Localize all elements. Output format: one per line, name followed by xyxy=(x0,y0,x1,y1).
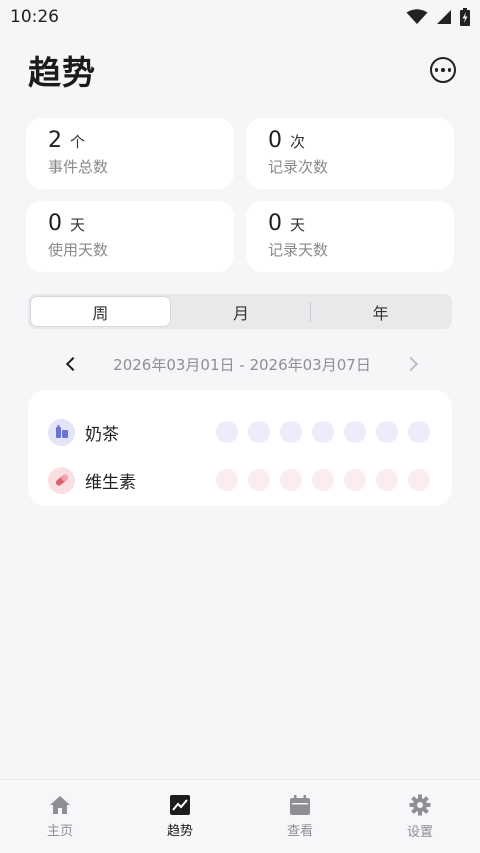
status-icons xyxy=(406,8,470,26)
stat-unit: 个 xyxy=(70,133,86,151)
day-dot[interactable] xyxy=(344,469,366,491)
stat-card-record-days: 0 天 记录天数 xyxy=(246,201,454,272)
stat-card-record-count: 0 次 记录次数 xyxy=(246,118,454,189)
tab-label: 主页 xyxy=(46,823,73,839)
signal-icon xyxy=(437,10,451,24)
stat-value: 0 xyxy=(268,128,282,153)
tab-week[interactable]: 周 xyxy=(30,296,171,327)
event-name: 奶茶 xyxy=(85,424,119,445)
stat-card-event-total: 2 个 事件总数 xyxy=(26,118,234,189)
day-dot[interactable] xyxy=(248,421,270,443)
day-dot[interactable] xyxy=(216,421,238,443)
more-icon-dot xyxy=(441,68,445,72)
event-row-vitamin[interactable]: 维生素 xyxy=(48,456,432,504)
header: 趋势 xyxy=(0,34,480,106)
calendar-icon xyxy=(290,794,310,815)
home-icon xyxy=(50,795,70,814)
event-row-milk-tea[interactable]: 奶茶 xyxy=(48,408,432,456)
page-title: 趋势 xyxy=(28,53,96,92)
chevron-right-icon[interactable] xyxy=(403,356,419,372)
status-bar: 10:26 xyxy=(0,0,480,34)
bottom-tab-bar: 主页 趋势 查看 设置 xyxy=(0,779,480,853)
stat-label: 记录天数 xyxy=(268,241,329,259)
stats-grid: 2 个 事件总数 0 次 记录次数 0 天 使用天数 0 天 记录天数 xyxy=(26,118,454,272)
stat-unit: 次 xyxy=(290,133,306,151)
day-dot[interactable] xyxy=(408,469,430,491)
trend-chart-icon xyxy=(170,794,190,815)
date-navigator: 2026年03月01日 - 2026年03月07日 xyxy=(28,347,452,381)
day-dot[interactable] xyxy=(280,469,302,491)
tab-label: 趋势 xyxy=(166,823,193,839)
events-card: 奶茶 维生素 xyxy=(28,390,452,506)
milk-tea-icon xyxy=(48,418,75,446)
stat-value: 0 xyxy=(268,211,282,236)
stat-label: 使用天数 xyxy=(48,241,109,259)
tab-home[interactable]: 主页 xyxy=(0,795,120,839)
tab-label: 设置 xyxy=(406,824,433,840)
wifi-icon xyxy=(406,9,428,24)
week-dots xyxy=(216,421,430,443)
stat-unit: 天 xyxy=(70,216,86,234)
chevron-left-icon[interactable] xyxy=(65,356,81,372)
stat-label: 事件总数 xyxy=(48,158,109,176)
tab-settings[interactable]: 设置 xyxy=(360,794,480,840)
stat-label: 记录次数 xyxy=(268,158,329,176)
stat-value: 2 xyxy=(48,128,62,153)
day-dot[interactable] xyxy=(376,469,398,491)
more-icon-dot xyxy=(447,68,452,72)
day-dot[interactable] xyxy=(280,421,302,443)
tab-year[interactable]: 年 xyxy=(311,296,450,327)
tab-trend[interactable]: 趋势 xyxy=(120,794,240,839)
day-dot[interactable] xyxy=(344,421,366,443)
tab-month[interactable]: 月 xyxy=(172,296,311,327)
tab-view[interactable]: 查看 xyxy=(240,794,360,839)
day-dot[interactable] xyxy=(312,421,334,443)
day-dot[interactable] xyxy=(216,469,238,491)
pill-icon xyxy=(48,466,75,494)
gear-icon xyxy=(409,794,431,815)
day-dot[interactable] xyxy=(376,421,398,443)
tab-label: 查看 xyxy=(286,823,313,839)
period-segmented-control: 周 月 年 xyxy=(28,294,452,329)
status-time: 10:26 xyxy=(10,7,59,27)
stat-value: 0 xyxy=(48,211,62,236)
stat-unit: 天 xyxy=(290,216,306,234)
day-dot[interactable] xyxy=(248,469,270,491)
battery-charging-icon xyxy=(460,8,470,26)
day-dot[interactable] xyxy=(312,469,334,491)
week-dots xyxy=(216,469,430,491)
more-icon-dot xyxy=(434,68,439,72)
event-name: 维生素 xyxy=(85,472,136,493)
date-range-label: 2026年03月01日 - 2026年03月07日 xyxy=(113,355,371,374)
stat-card-use-days: 0 天 使用天数 xyxy=(26,201,234,272)
day-dot[interactable] xyxy=(408,421,430,443)
more-options-button[interactable] xyxy=(430,57,456,83)
